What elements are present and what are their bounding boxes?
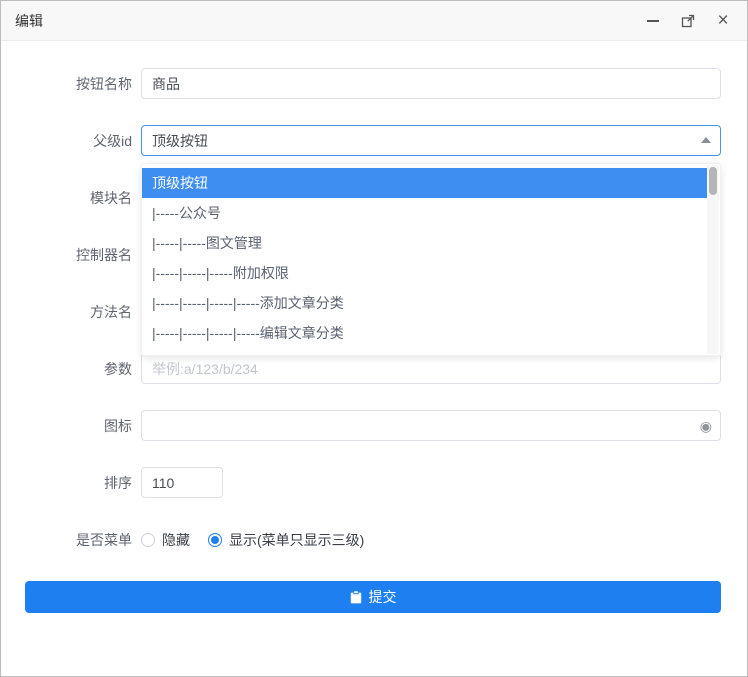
form-row-sort: 排序: [25, 467, 721, 498]
form-row-parent-id: 父级id 顶级按钮 顶级按钮 |-----公众号 |-----|-----图文管…: [25, 125, 721, 156]
is-menu-radio-group: 隐藏 显示(菜单只显示三级): [141, 524, 721, 555]
dropdown-scrollbar-thumb[interactable]: [709, 167, 717, 195]
window-controls: ×: [645, 13, 731, 29]
button-name-input[interactable]: [141, 68, 721, 99]
is-menu-label: 是否菜单: [25, 530, 141, 550]
sort-input[interactable]: [141, 467, 223, 498]
icon-input[interactable]: [141, 410, 721, 441]
parent-id-dropdown-panel: 顶级按钮 |-----公众号 |-----|-----图文管理 |-----|-…: [141, 163, 721, 356]
parent-id-select[interactable]: 顶级按钮: [141, 125, 721, 156]
submit-button-label: 提交: [369, 587, 397, 607]
edit-dialog-window: 编辑 × 按钮名称 父级id: [0, 0, 748, 677]
close-icon[interactable]: ×: [715, 13, 731, 29]
edit-form: 按钮名称 父级id 顶级按钮 顶级按钮 |-----公众号 |-----|---…: [1, 41, 747, 613]
dropdown-option[interactable]: |-----|-----|-----|-----编辑文章分类: [142, 318, 707, 348]
dropdown-option[interactable]: 顶级按钮: [142, 168, 707, 198]
minimize-icon[interactable]: [645, 13, 661, 29]
form-row-params: 参数: [25, 353, 721, 384]
icon-label: 图标: [25, 416, 141, 436]
form-row-is-menu: 是否菜单 隐藏 显示(菜单只显示三级): [25, 524, 721, 555]
form-row-icon: 图标 ◉: [25, 410, 721, 441]
dialog-title: 编辑: [15, 11, 645, 31]
radio-show[interactable]: 显示(菜单只显示三级): [208, 530, 364, 550]
maximize-icon[interactable]: [680, 13, 696, 29]
submit-button[interactable]: 提交: [25, 581, 721, 613]
method-name-label: 方法名: [25, 302, 141, 322]
radio-checked-icon: [208, 533, 222, 547]
button-name-label: 按钮名称: [25, 74, 141, 94]
module-name-label: 模块名: [25, 188, 141, 208]
radio-show-label: 显示(菜单只显示三级): [229, 530, 364, 550]
clipboard-icon: [350, 591, 362, 604]
form-row-button-name: 按钮名称: [25, 68, 721, 99]
radio-hide-label: 隐藏: [162, 530, 190, 550]
dropdown-option[interactable]: |-----|-----|-----|-----添加文章分类: [142, 288, 707, 318]
dropdown-option[interactable]: |-----|-----图文管理: [142, 228, 707, 258]
sort-label: 排序: [25, 473, 141, 493]
radio-hide[interactable]: 隐藏: [141, 530, 190, 550]
parent-id-selected-value: 顶级按钮: [152, 131, 208, 151]
parent-id-label: 父级id: [25, 131, 141, 151]
form-row-submit: 提交: [25, 581, 721, 613]
params-label: 参数: [25, 359, 141, 379]
titlebar: 编辑 ×: [1, 1, 747, 41]
radio-unchecked-icon: [141, 533, 155, 547]
params-input[interactable]: [141, 353, 721, 384]
dropdown-option[interactable]: |-----|-----|-----附加权限: [142, 258, 707, 288]
icon-picker-target-icon[interactable]: ◉: [700, 419, 712, 433]
dropdown-scrollbar[interactable]: [707, 165, 719, 354]
controller-name-label: 控制器名: [25, 245, 141, 265]
chevron-up-icon: [701, 137, 711, 143]
dropdown-option[interactable]: |-----公众号: [142, 198, 707, 228]
